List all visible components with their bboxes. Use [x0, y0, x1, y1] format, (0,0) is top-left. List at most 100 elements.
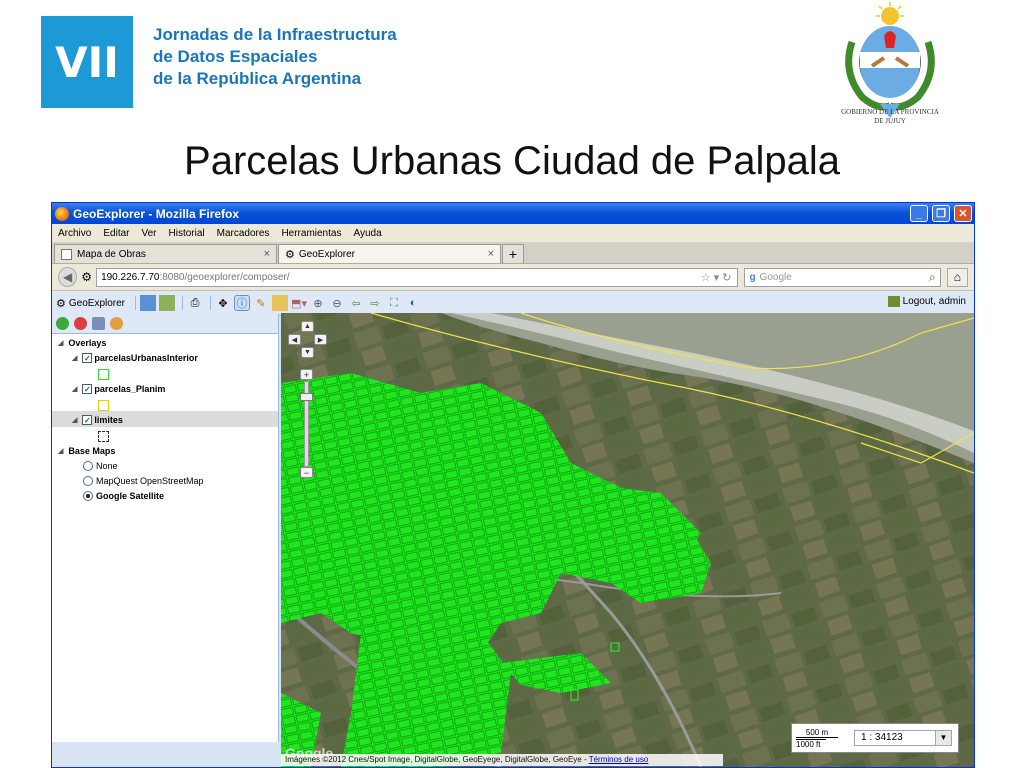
close-tab-icon[interactable]: × [264, 248, 270, 260]
basemap-radio[interactable] [83, 476, 93, 486]
search-input[interactable]: g Google ⌕ [744, 267, 941, 287]
tab-mapa-de-obras[interactable]: Mapa de Obras × [54, 244, 277, 263]
pan-down-icon[interactable]: ▼ [301, 347, 314, 358]
measure-icon[interactable]: ✎ [253, 295, 269, 311]
seal-caption-line: GOBIERNO DE LA PROVINCIA [841, 108, 939, 116]
home-button[interactable]: ⌂ [946, 267, 968, 287]
menu-archivo[interactable]: Archivo [58, 228, 91, 239]
terms-link[interactable]: Términos de uso [589, 755, 649, 764]
org-line: de Datos Espaciales [153, 47, 318, 66]
attribution-text-2: ge, DigitalGlobe, GeoEye - [491, 755, 587, 764]
tab-label: GeoExplorer [298, 248, 356, 260]
globe-3d-icon[interactable]: ◐ [405, 295, 421, 311]
bookmark-star-icon[interactable]: ☆ ▾ ↻ [701, 271, 732, 284]
menu-ayuda[interactable]: Ayuda [353, 228, 381, 239]
toolbar-divider [135, 296, 137, 310]
menu-ver[interactable]: Ver [141, 228, 156, 239]
basemap-none[interactable]: None [83, 459, 118, 473]
search-placeholder: Google [759, 271, 792, 283]
zoom-extent-icon[interactable]: ⛶ [386, 295, 402, 311]
layer-parcelas-planim[interactable]: ◢ ✓ parcelas_Planim [72, 382, 165, 396]
window-titlebar[interactable]: GeoExplorer - Mozilla Firefox _ ❐ ✕ [52, 203, 974, 224]
layer-panel-toolbar [52, 314, 278, 334]
layer-label: limites [94, 415, 123, 425]
logout-icon [887, 296, 900, 307]
previous-extent-icon[interactable]: ⇦ [348, 295, 364, 311]
zoom-slider[interactable]: + − [300, 369, 313, 481]
map-attribution: Imágenes ©2012 Cnes/Spot Image, DigitalG… [281, 754, 723, 766]
layer-properties-icon[interactable] [92, 317, 105, 330]
menu-historial[interactable]: Historial [169, 228, 205, 239]
menu-marcadores[interactable]: Marcadores [217, 228, 270, 239]
basemap-google-satellite[interactable]: Google Satellite [83, 489, 164, 503]
close-tab-icon[interactable]: × [488, 248, 494, 260]
window-title: GeoExplorer - Mozilla Firefox [73, 206, 240, 221]
tab-geoexplorer[interactable]: ⚙ GeoExplorer × [278, 244, 501, 263]
basemap-mapquest[interactable]: MapQuest OpenStreetMap [83, 474, 204, 488]
query-icon[interactable] [272, 295, 289, 311]
pan-left-icon[interactable]: ◀ [288, 334, 301, 345]
basemap-label: None [96, 461, 118, 471]
org-line: Jornadas de la Infraestructura [153, 25, 397, 44]
zoom-in-icon[interactable]: ⊕ [310, 295, 326, 311]
logout-button[interactable]: Logout, admin [887, 296, 966, 307]
pan-up-icon[interactable]: ▲ [301, 321, 314, 332]
map-view[interactable]: ▲ ◀ ▶ ▼ + − 500 m 1000 ft 1 : 34123 ▼ Go… [281, 313, 974, 767]
legend-swatch-dashed [98, 431, 109, 442]
close-window-button[interactable]: ✕ [954, 205, 972, 222]
add-layer-icon[interactable] [56, 317, 69, 330]
minimize-button[interactable]: _ [910, 205, 928, 222]
next-extent-icon[interactable]: ⇨ [367, 295, 383, 311]
basemap-label: MapQuest OpenStreetMap [96, 476, 204, 486]
url-input[interactable]: 190.226.7.70:8080/geoexplorer/composer/ … [96, 267, 739, 287]
zoom-out-button[interactable]: − [300, 467, 313, 478]
base-maps-node[interactable]: ◢ Base Maps [58, 444, 115, 458]
maximize-button[interactable]: ❐ [932, 205, 950, 222]
save-map-icon[interactable] [159, 295, 176, 311]
pan-icon[interactable]: ✥ [215, 295, 231, 311]
info-icon[interactable]: ⓘ [234, 295, 251, 311]
layer-styles-icon[interactable] [110, 317, 123, 330]
seal-caption: GOBIERNO DE LA PROVINCIA DE JUJUY [826, 108, 954, 126]
back-button[interactable]: ◀ [58, 267, 78, 287]
expand-arrow-icon: ◢ [72, 386, 78, 393]
map-export-icon[interactable] [140, 295, 157, 311]
gear-icon: ⚙ [56, 297, 66, 310]
edit-feature-icon[interactable]: ⬒▾ [291, 295, 307, 311]
layer-label: parcelas_Planim [94, 384, 166, 394]
menu-editar[interactable]: Editar [103, 228, 129, 239]
layer-tree-panel: ◢ Overlays ◢ ✓ parcelasUrbanasInterior ◢… [52, 314, 279, 742]
search-icon[interactable]: ⌕ [929, 270, 936, 285]
legend-swatch-yellow [98, 400, 109, 411]
scale-control: 500 m 1000 ft 1 : 34123 ▼ [791, 723, 959, 753]
zoom-thumb[interactable] [300, 393, 313, 401]
layer-checkbox[interactable]: ✓ [82, 384, 93, 394]
remove-layer-icon[interactable] [74, 317, 87, 330]
print-icon[interactable]: ⎙ [187, 295, 203, 311]
zoom-out-icon[interactable]: ⊖ [329, 295, 345, 311]
page-icon [61, 248, 72, 260]
layer-parcelasurbanasinterior[interactable]: ◢ ✓ parcelasUrbanasInterior [72, 351, 198, 365]
base-maps-label: Base Maps [68, 446, 116, 456]
chevron-down-icon[interactable]: ▼ [935, 731, 951, 745]
slide-title: Parcelas Urbanas Ciudad de Palpala [184, 139, 840, 183]
logout-label: Logout, admin [902, 296, 966, 307]
org-line: de la República Argentina [153, 69, 362, 88]
tab-bar: Mapa de Obras × ⚙ GeoExplorer × + [52, 242, 974, 264]
layer-checkbox[interactable]: ✓ [82, 353, 93, 363]
basemap-radio[interactable] [83, 461, 93, 471]
overlays-node[interactable]: ◢ Overlays [58, 336, 106, 350]
expand-arrow-icon: ◢ [58, 340, 64, 347]
pan-right-icon[interactable]: ▶ [314, 334, 327, 345]
attribution-text: Imágenes ©2012 Cnes/Spot Image, DigitalG… [285, 755, 492, 764]
scale-selector[interactable]: 1 : 34123 ▼ [854, 730, 952, 746]
layer-label: parcelasUrbanasInterior [94, 353, 198, 363]
gear-icon: ⚙ [81, 270, 93, 284]
layer-checkbox[interactable]: ✓ [82, 415, 93, 425]
zoom-in-button[interactable]: + [300, 369, 313, 380]
layer-limites[interactable]: ◢ ✓ limites [72, 413, 123, 427]
new-tab-button[interactable]: + [502, 244, 524, 263]
menu-herramientas[interactable]: Herramientas [281, 228, 341, 239]
basemap-radio-selected[interactable] [83, 491, 93, 501]
gear-icon: ⚙ [285, 248, 295, 261]
